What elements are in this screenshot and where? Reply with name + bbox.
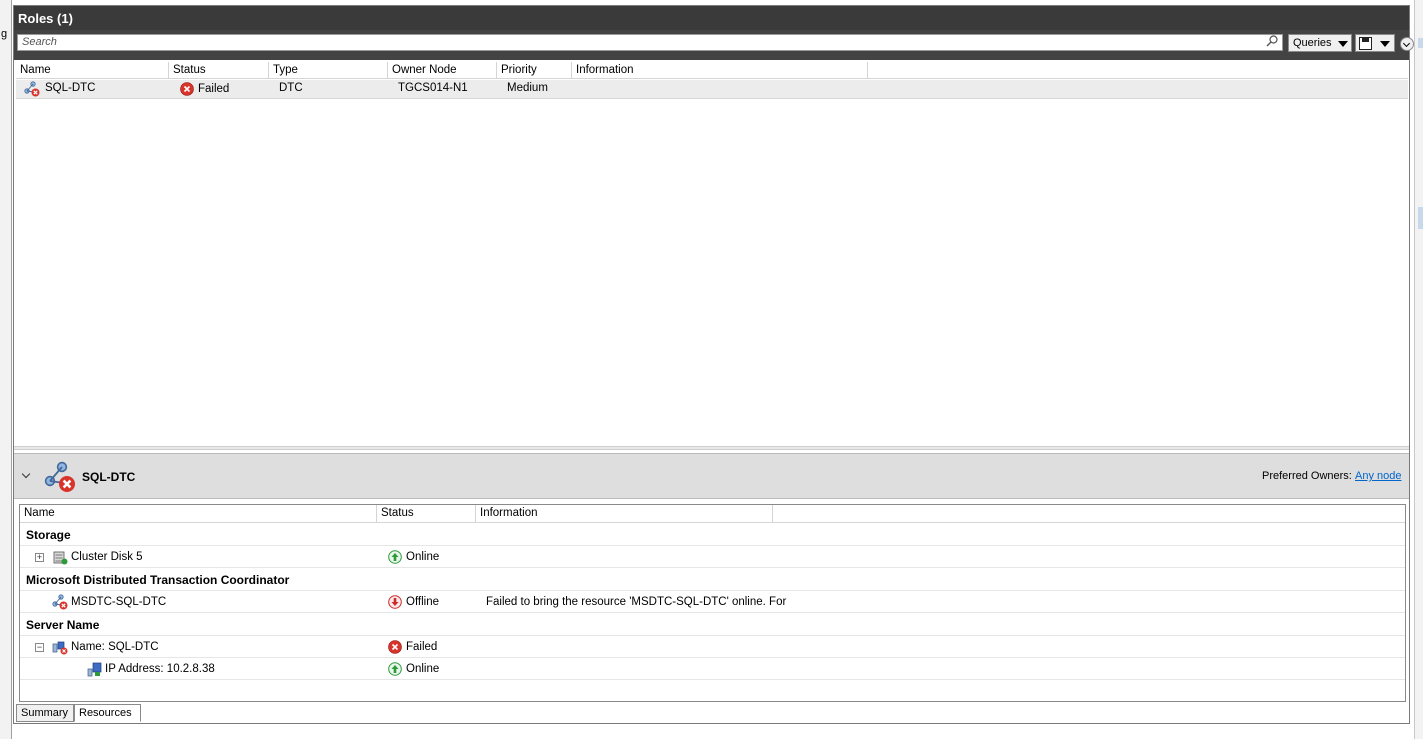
list-item[interactable]: MSDTC-SQL-DTC Offline Failed to bring th… <box>20 591 1405 613</box>
search-icon[interactable] <box>1266 35 1278 47</box>
role-status: Failed <box>198 83 230 95</box>
role-name: SQL-DTC <box>45 82 96 94</box>
failed-status-icon <box>388 640 402 654</box>
resource-status: Failed <box>406 641 438 653</box>
collapse-icon[interactable]: − <box>35 643 44 652</box>
role-owner-node: TGCS014-N1 <box>398 82 468 94</box>
detail-title: SQL-DTC <box>82 470 136 484</box>
cluster-role-icon <box>52 594 68 610</box>
resource-status: Online <box>406 551 440 563</box>
cluster-role-icon <box>24 81 40 97</box>
resource-status: Offline <box>406 596 440 608</box>
roles-panel-title: Roles (1) <box>14 6 1409 30</box>
preferred-owners-link[interactable]: Any node <box>1355 470 1401 482</box>
chevron-down-icon <box>1380 41 1390 47</box>
right-edge-marker <box>1418 38 1423 48</box>
save-query-button[interactable] <box>1355 34 1395 52</box>
group-msdtc: Microsoft Distributed Transaction Coordi… <box>20 569 1405 591</box>
column-header-information[interactable]: Information <box>476 505 773 523</box>
right-scroll-edge[interactable] <box>1414 0 1423 739</box>
list-item[interactable]: IP Address: 10.2.8.38 Online <box>20 658 1405 680</box>
online-status-icon <box>388 662 402 676</box>
queries-label: Queries <box>1293 37 1332 49</box>
table-row[interactable]: SQL-DTC Failed DTC TGCS014-N1 Medium <box>16 80 1408 99</box>
column-header-type[interactable]: Type <box>269 62 388 79</box>
resource-name: MSDTC-SQL-DTC <box>71 596 167 608</box>
role-priority: Medium <box>507 82 548 94</box>
expand-icon[interactable]: + <box>35 553 44 562</box>
resource-name: IP Address: 10.2.8.38 <box>105 663 215 675</box>
pane-splitter[interactable] <box>14 446 1409 450</box>
left-edge-text: g <box>1 28 8 40</box>
column-header-information[interactable]: Information <box>572 62 868 79</box>
column-header-priority[interactable]: Priority <box>497 62 572 79</box>
chevron-down-icon <box>1338 41 1348 47</box>
queries-button[interactable]: Queries <box>1288 34 1352 52</box>
resources-header: Name Status Information <box>20 505 1405 523</box>
failover-cluster-manager: g Roles (1) Search Queries Name Status T… <box>0 0 1423 739</box>
column-header-status[interactable]: Status <box>377 505 476 523</box>
roles-grid-header: Name Status Type Owner Node Priority Inf… <box>16 62 1408 79</box>
offline-status-icon <box>388 595 402 609</box>
detail-header: SQL-DTC Preferred Owners: Any node <box>14 453 1409 499</box>
list-item[interactable]: + Cluster Disk 5 Online <box>20 546 1405 568</box>
chevron-down-icon[interactable] <box>21 469 31 479</box>
preferred-owners-label: Preferred Owners: <box>1262 470 1352 482</box>
resource-name: Cluster Disk 5 <box>71 551 143 563</box>
right-edge-marker <box>1418 207 1423 229</box>
resource-status: Online <box>406 663 440 675</box>
cluster-role-icon <box>42 461 78 493</box>
column-header-status[interactable]: Status <box>169 62 269 79</box>
column-header-owner-node[interactable]: Owner Node <box>388 62 497 79</box>
collapse-toggle-icon[interactable] <box>1400 37 1414 51</box>
online-status-icon <box>388 550 402 564</box>
save-icon <box>1359 37 1372 50</box>
group-server-name: Server Name <box>20 614 1405 636</box>
ip-address-icon <box>87 661 103 677</box>
cluster-disk-icon <box>52 549 68 565</box>
resource-name: Name: SQL-DTC <box>71 641 159 653</box>
search-toolbar: Search Queries <box>14 30 1414 60</box>
column-header-name[interactable]: Name <box>16 62 169 79</box>
resource-information: Failed to bring the resource 'MSDTC-SQL-… <box>486 596 787 608</box>
tab-summary[interactable]: Summary <box>16 704 74 722</box>
resources-list: Name Status Information Storage + Cluste… <box>19 504 1406 702</box>
left-edge-pane: g <box>0 0 12 739</box>
group-storage: Storage <box>20 524 1405 546</box>
network-name-icon <box>52 639 68 655</box>
role-type: DTC <box>279 82 303 94</box>
tab-resources[interactable]: Resources <box>74 704 141 722</box>
column-header-name[interactable]: Name <box>20 505 377 523</box>
list-item[interactable]: − Name: SQL-DTC Failed <box>20 636 1405 658</box>
search-input[interactable]: Search <box>17 34 1283 51</box>
roles-panel: Roles (1) Search Queries Name Status Typ… <box>13 5 1414 724</box>
failed-status-icon <box>180 82 194 96</box>
